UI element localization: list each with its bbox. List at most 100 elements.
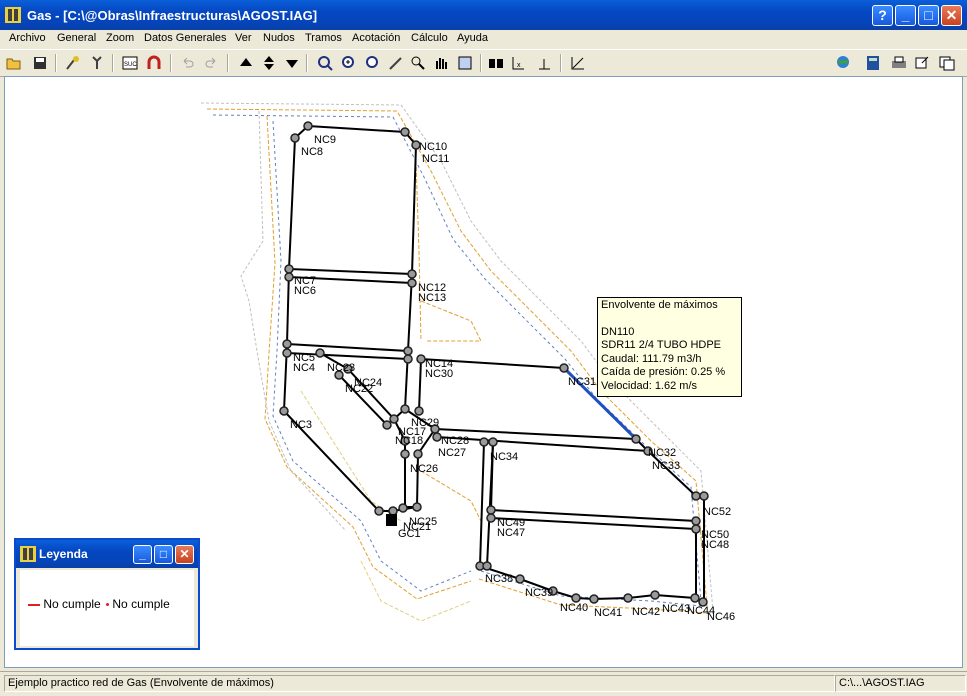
network-node[interactable] (413, 449, 423, 459)
network-node[interactable] (650, 590, 660, 600)
zoom-window-icon[interactable] (409, 54, 427, 72)
menu-datos-generales[interactable]: Datos Generales (144, 32, 227, 44)
network-node[interactable] (486, 513, 496, 523)
save-icon[interactable] (31, 54, 49, 72)
menu-archivo[interactable]: Archivo (9, 32, 46, 44)
network-node[interactable] (382, 420, 392, 430)
menu-ayuda[interactable]: Ayuda (457, 32, 488, 44)
updown-arrow-icon[interactable] (260, 54, 278, 72)
network-node[interactable] (400, 127, 410, 137)
tooltip-diameter: DN110 (601, 325, 635, 338)
measure-icon[interactable] (569, 54, 587, 72)
network-node[interactable] (589, 594, 599, 604)
menu-zoom[interactable]: Zoom (106, 32, 134, 44)
edit-icon[interactable] (387, 54, 405, 72)
network-node[interactable] (284, 272, 294, 282)
redraw-icon[interactable] (456, 54, 474, 72)
network-node[interactable] (284, 264, 294, 274)
close-button[interactable]: ✕ (941, 5, 962, 26)
network-node[interactable] (414, 406, 424, 416)
network-node[interactable] (691, 524, 701, 534)
network-node[interactable] (400, 449, 410, 459)
menu-calculo[interactable]: Cálculo (411, 32, 448, 44)
minimize-button[interactable]: _ (895, 5, 916, 26)
window-icon[interactable] (938, 54, 956, 72)
binoculars-icon[interactable] (487, 54, 505, 72)
legend-minimize-button[interactable]: _ (133, 545, 152, 564)
legend-close-button[interactable]: ✕ (175, 545, 194, 564)
tool-a-icon[interactable] (64, 54, 82, 72)
network-node[interactable] (571, 593, 581, 603)
network-node[interactable] (486, 505, 496, 515)
node-label-nc22: NC22 (345, 383, 373, 395)
maximize-button[interactable]: □ (918, 5, 939, 26)
network-node[interactable] (403, 354, 413, 364)
menu-tramos[interactable]: Tramos (305, 32, 342, 44)
network-node[interactable] (282, 339, 292, 349)
network-node[interactable] (623, 593, 633, 603)
network-node[interactable] (389, 414, 399, 424)
network-node[interactable] (400, 404, 410, 414)
menu-acotacion[interactable]: Acotación (352, 32, 400, 44)
network-node[interactable] (479, 437, 489, 447)
legend-title-bar[interactable]: Leyenda _ □ ✕ (16, 540, 198, 568)
legend-window[interactable]: Leyenda _ □ ✕ No cumple No cumple (14, 538, 200, 650)
legend-maximize-button[interactable]: □ (154, 545, 173, 564)
network-node[interactable] (691, 516, 701, 526)
network-node[interactable] (416, 354, 426, 364)
print-icon[interactable] (890, 54, 908, 72)
zoom-in-icon[interactable] (340, 54, 358, 72)
network-node[interactable] (559, 363, 569, 373)
network-node[interactable] (407, 269, 417, 279)
calculator-icon[interactable] (864, 54, 882, 72)
zoom-all-icon[interactable] (364, 54, 382, 72)
magnet-icon[interactable] (145, 54, 163, 72)
open-icon[interactable] (5, 54, 23, 72)
network-node[interactable] (482, 561, 492, 571)
network-node[interactable] (303, 121, 313, 131)
network-node[interactable] (403, 346, 413, 356)
network-node[interactable] (407, 278, 417, 288)
menu-ver[interactable]: Ver (235, 32, 252, 44)
zoom-select-icon[interactable] (316, 54, 334, 72)
node-label-nc31: NC31 (568, 376, 596, 388)
network-node[interactable] (290, 133, 300, 143)
undo-icon[interactable] (179, 54, 197, 72)
node-label-nc47: NC47 (497, 527, 525, 539)
network-node[interactable] (699, 491, 709, 501)
network-node[interactable] (691, 491, 701, 501)
redo-icon[interactable] (202, 54, 220, 72)
dimension-y-icon[interactable] (535, 54, 553, 72)
help-button[interactable]: ? (872, 5, 893, 26)
network-node[interactable] (631, 434, 641, 444)
network-node[interactable] (388, 506, 398, 516)
node-label-nc18: NC18 (395, 435, 423, 447)
pan-icon[interactable] (432, 54, 450, 72)
calc-icon[interactable]: SUC (121, 54, 139, 72)
network-node[interactable] (374, 506, 384, 516)
network-node[interactable] (398, 503, 408, 513)
menu-general[interactable]: General (57, 32, 96, 44)
network-node[interactable] (412, 502, 422, 512)
down-arrow-icon[interactable] (283, 54, 301, 72)
export-icon[interactable] (913, 54, 931, 72)
menu-nudos[interactable]: Nudos (263, 32, 295, 44)
network-node[interactable] (488, 437, 498, 447)
tooltip-title: Envolvente de máximos (601, 299, 718, 311)
globe-icon[interactable] (835, 54, 853, 72)
network-node[interactable] (690, 593, 700, 603)
network-node[interactable] (279, 406, 289, 416)
up-arrow-icon[interactable] (237, 54, 255, 72)
tool-b-icon[interactable] (88, 54, 106, 72)
network-node[interactable] (432, 432, 442, 442)
network-node[interactable] (515, 574, 525, 584)
dimension-x-icon[interactable]: x (509, 54, 527, 72)
network-node[interactable] (315, 348, 325, 358)
menu-bar: Archivo General Zoom Datos Generales Ver… (0, 30, 967, 48)
node-label-nc33: NC33 (652, 460, 680, 472)
node-label-nc3: NC3 (290, 419, 312, 431)
legend-line-swatch (28, 603, 40, 606)
toolbar: SUC x (0, 49, 967, 77)
network-node[interactable] (282, 348, 292, 358)
status-bar: Ejemplo practico red de Gas (Envolvente … (0, 671, 967, 696)
